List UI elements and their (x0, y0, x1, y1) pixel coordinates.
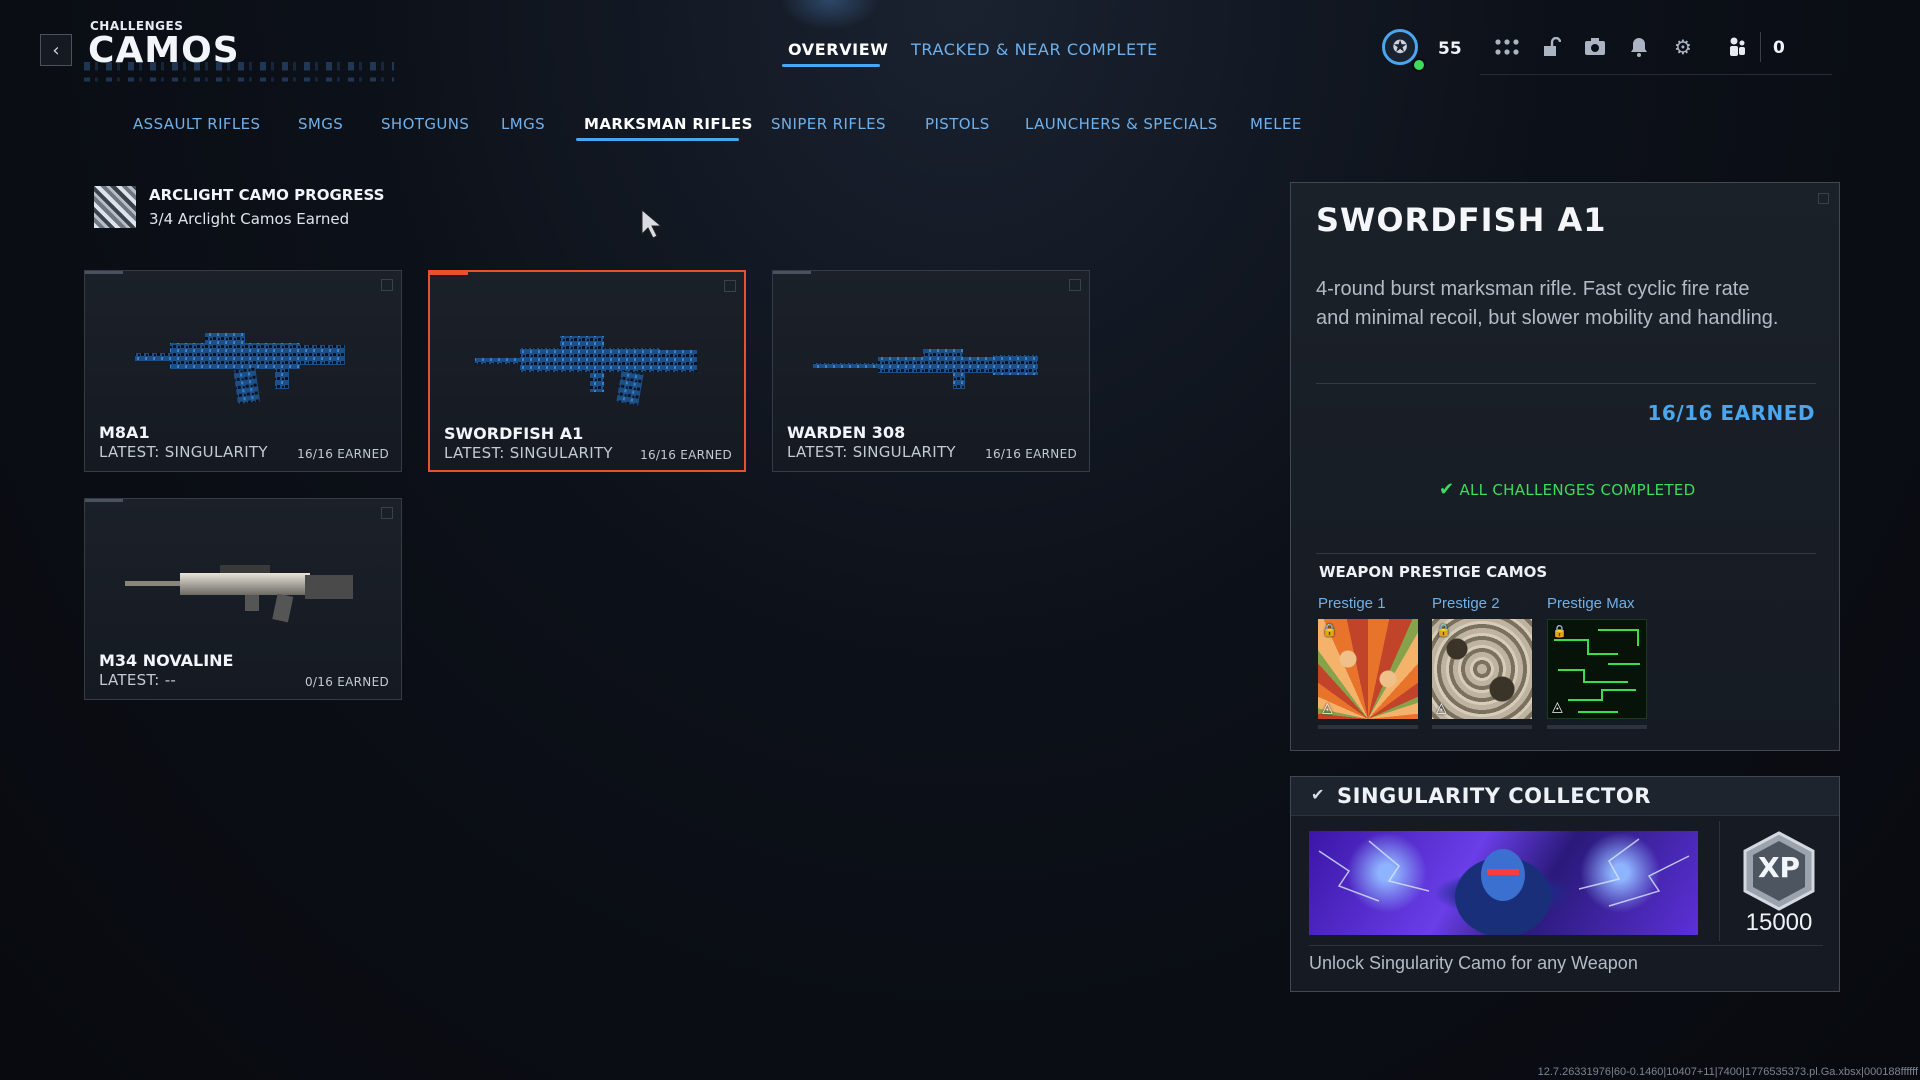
challenges-completed-label: ALL CHALLENGES COMPLETED (1459, 481, 1696, 499)
weapon-card-m34-novaline[interactable]: M34 NOVALINE LATEST: -- 0/16 EARNED (84, 498, 402, 700)
lock-icon: 🔒 (1436, 623, 1451, 637)
weapon-latest-camo: LATEST: SINGULARITY (787, 443, 956, 461)
detail-weapon-description: 4-round burst marksman rifle. Fast cycli… (1316, 278, 1779, 329)
header-divider (1480, 74, 1832, 75)
card-corner-mark (1069, 279, 1081, 291)
party-icon[interactable] (1722, 34, 1752, 60)
tab-shotguns[interactable]: SHOTGUNS (381, 115, 469, 133)
collector-divider (1309, 945, 1823, 946)
card-corner-mark (381, 507, 393, 519)
tab-smgs[interactable]: SMGS (298, 115, 343, 133)
prestige-icon: ◬ (1322, 700, 1333, 716)
tab-overview-underline (782, 64, 880, 67)
card-corner-mark (381, 279, 393, 291)
xp-reward-value: 15000 (1745, 909, 1813, 936)
unlock-icon[interactable] (1536, 34, 1566, 60)
header-separator (1760, 32, 1761, 62)
detail-earned-count: 16/16 EARNED (1647, 401, 1815, 425)
collector-description: Unlock Singularity Camo for any Weapon (1309, 953, 1638, 973)
prestige-max-progress (1547, 725, 1647, 729)
lock-icon: 🔒 (1322, 623, 1337, 637)
weapon-card-warden-308[interactable]: WARDEN 308 LATEST: SINGULARITY 16/16 EAR… (772, 270, 1090, 472)
collector-separator (1719, 821, 1720, 941)
weapon-earned-count: 0/16 EARNED (305, 675, 389, 689)
online-status-dot (1412, 58, 1426, 72)
prestige-1-camo-swatch[interactable]: 🔒 ◬ (1318, 619, 1418, 719)
weapon-detail-panel: SWORDFISH A1 4-round burst marksman rifl… (1290, 182, 1840, 751)
xp-badge-label: XP (1757, 851, 1801, 884)
card-corner-mark (724, 280, 736, 292)
weapon-name: M34 NOVALINE (99, 651, 234, 670)
tab-marksman-rifles[interactable]: MARKSMAN RIFLES (584, 115, 753, 133)
detail-weapon-title: SWORDFISH A1 (1316, 201, 1607, 239)
prestige-icon: ◬ (1552, 699, 1563, 715)
singularity-collector-panel: ✔ SINGULARITY COLLECTOR XP 15000 Unlock … (1290, 776, 1840, 992)
title-glitch-decoration (84, 62, 394, 90)
weapon-card-m8a1[interactable]: M8A1 LATEST: SINGULARITY 16/16 EARNED (84, 270, 402, 472)
tab-marksman-underline (576, 138, 739, 141)
prestige-1-label: Prestige 1 (1318, 595, 1386, 612)
checkmark-icon: ✔ (1439, 479, 1455, 500)
weapon-earned-count: 16/16 EARNED (297, 447, 389, 461)
weapon-card-swordfish-a1[interactable]: SWORDFISH A1 LATEST: SINGULARITY 16/16 E… (428, 270, 746, 472)
prestige-icon: ◬ (1436, 700, 1447, 716)
collector-title: SINGULARITY COLLECTOR (1337, 784, 1651, 808)
build-version-text: 12.7.26331976|60-0.1460|10407+11|7400|17… (1537, 1066, 1918, 1078)
apps-grid-icon[interactable] (1492, 34, 1522, 60)
bell-icon[interactable] (1624, 34, 1654, 60)
tab-pistols[interactable]: PISTOLS (925, 115, 990, 133)
tab-overview[interactable]: OVERVIEW (788, 40, 889, 59)
weapon-image-m34-novaline (125, 565, 353, 623)
weapon-name: WARDEN 308 (787, 423, 906, 442)
tab-tracked-near-complete[interactable]: TRACKED & NEAR COMPLETE (911, 40, 1158, 59)
panel-corner-mark (1818, 193, 1829, 204)
prestige-max-label: Prestige Max (1547, 595, 1635, 612)
tab-sniper-rifles[interactable]: SNIPER RIFLES (771, 115, 886, 133)
camera-icon[interactable] (1580, 34, 1610, 60)
chevron-left-icon: ‹ (52, 39, 60, 61)
weapon-latest-camo: LATEST: SINGULARITY (99, 443, 268, 461)
tab-assault-rifles[interactable]: ASSAULT RIFLES (133, 115, 260, 133)
tab-lmgs[interactable]: LMGS (501, 115, 545, 133)
challenges-completed-status: ✔ ALL CHALLENGES COMPLETED (1439, 479, 1696, 500)
detail-divider (1316, 553, 1816, 554)
gear-icon[interactable]: ⚙ (1668, 34, 1698, 60)
card-progress-tick (773, 271, 811, 274)
banner-lightning-art (1318, 838, 1690, 935)
prestige-2-label: Prestige 2 (1432, 595, 1500, 612)
collector-header: ✔ SINGULARITY COLLECTOR (1291, 777, 1839, 816)
arclight-camo-thumbnail (94, 186, 136, 228)
rank-level: 55 (1438, 39, 1462, 59)
prestige-2-progress (1432, 725, 1532, 729)
weapon-latest-camo: LATEST: -- (99, 671, 177, 689)
card-progress-tick (85, 499, 123, 502)
card-progress-tick (430, 272, 468, 275)
lock-icon: 🔒 (1552, 624, 1567, 638)
tab-melee[interactable]: MELEE (1250, 115, 1302, 133)
weapon-image-warden-308 (813, 349, 1038, 389)
arclight-progress-title: ARCLIGHT CAMO PROGRESS (149, 186, 385, 204)
detail-divider (1316, 383, 1816, 384)
weapon-earned-count: 16/16 EARNED (640, 448, 732, 462)
weapon-earned-count: 16/16 EARNED (985, 447, 1077, 461)
back-button[interactable]: ‹ (40, 34, 72, 66)
checkmark-icon: ✔ (1311, 785, 1325, 804)
weapon-latest-camo: LATEST: SINGULARITY (444, 444, 613, 462)
tab-launchers-specials[interactable]: LAUNCHERS & SPECIALS (1025, 115, 1218, 133)
card-progress-tick (85, 271, 123, 274)
weapon-name: M8A1 (99, 423, 150, 442)
collector-banner-image (1309, 831, 1698, 935)
prestige-max-camo-swatch[interactable]: 🔒 ◬ (1547, 619, 1647, 719)
prestige-1-progress (1318, 725, 1418, 729)
header-glow (780, 0, 880, 30)
weapon-image-swordfish-a1 (475, 336, 697, 406)
weapon-image-m8a1 (135, 333, 345, 405)
prestige-2-camo-swatch[interactable]: 🔒 ◬ (1432, 619, 1532, 719)
weapon-name: SWORDFISH A1 (444, 424, 584, 443)
arclight-progress-subtitle: 3/4 Arclight Camos Earned (149, 210, 350, 228)
prestige-camos-heading: WEAPON PRESTIGE CAMOS (1319, 563, 1548, 581)
currency-count: 0 (1773, 38, 1785, 58)
